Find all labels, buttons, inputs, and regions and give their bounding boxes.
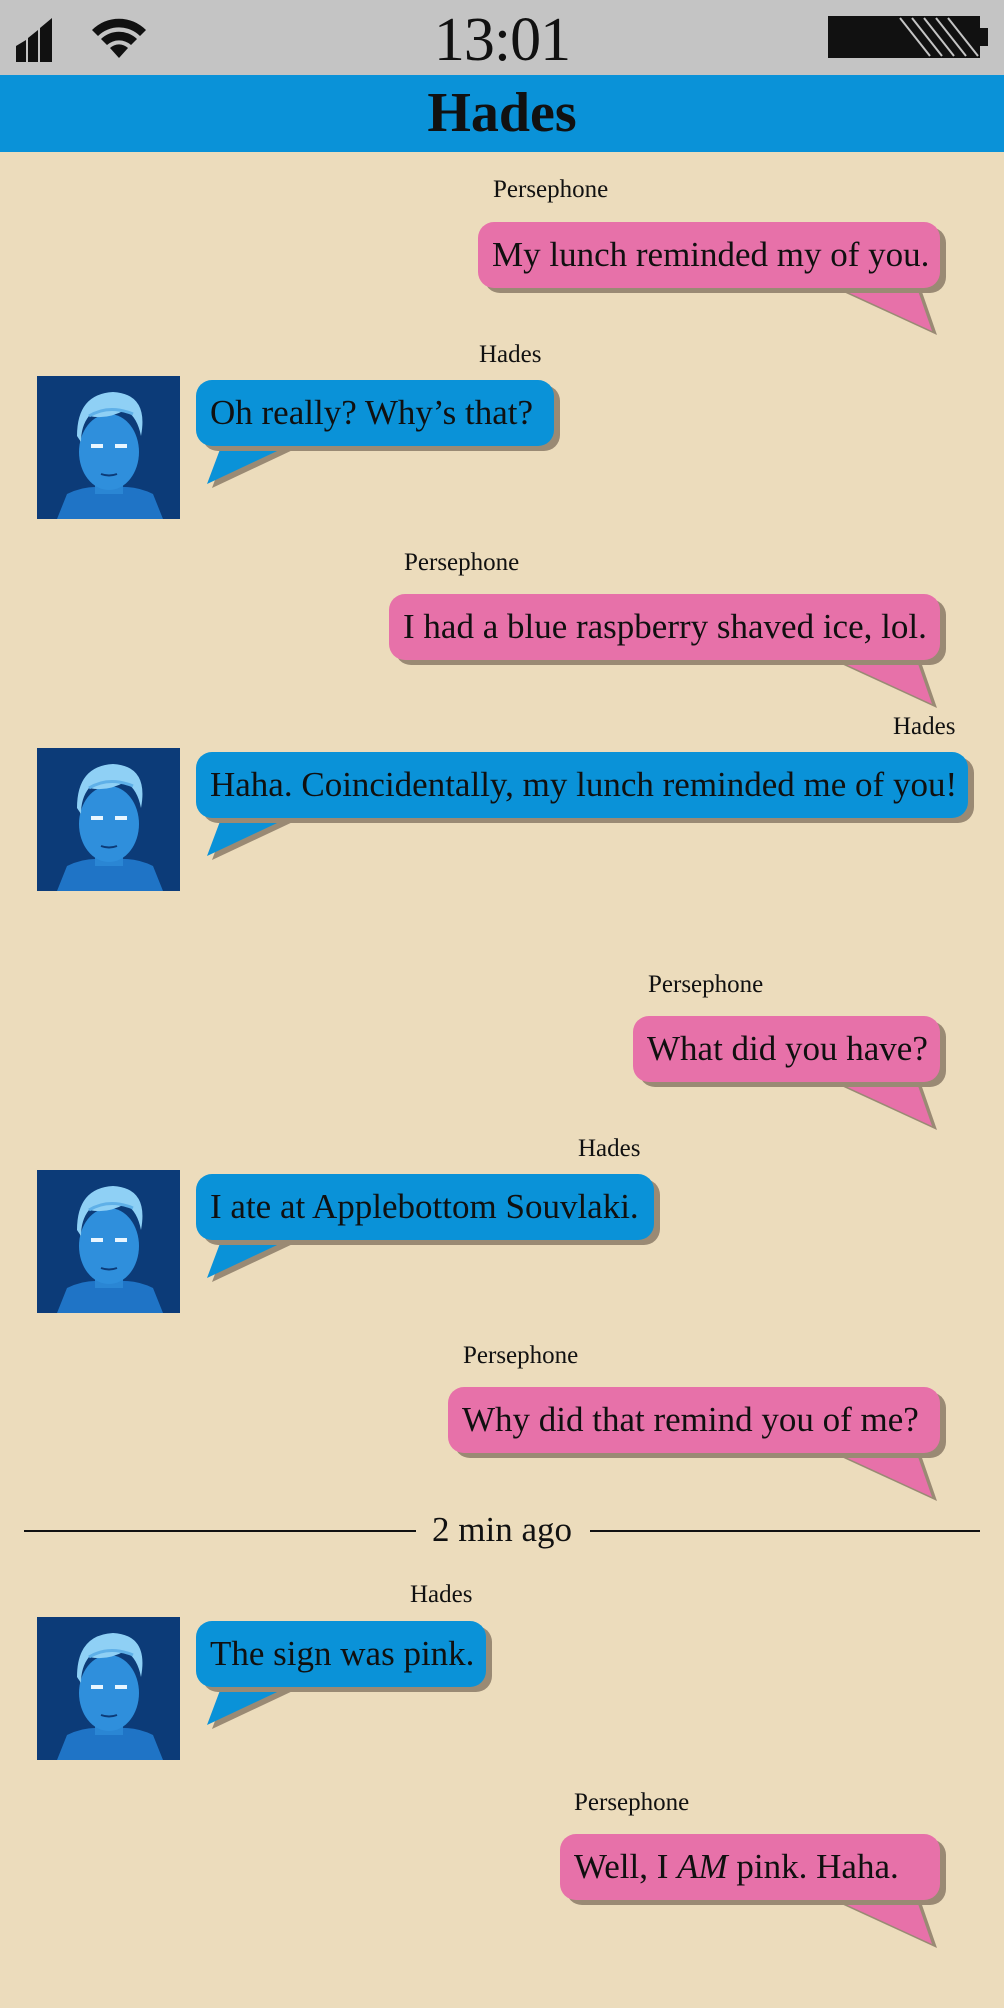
divider-line-right [590,1530,980,1532]
hades-portrait-icon [37,1170,180,1313]
hades-avatar[interactable] [37,376,180,519]
message-text-part: Well, I [574,1847,669,1886]
message-sender: Hades [479,341,542,368]
message-bubble-incoming[interactable]: Haha. Coincidentally, my lunch reminded … [196,752,968,818]
hades-avatar[interactable] [37,748,180,891]
time-divider: 2 min ago [24,1508,980,1552]
message-bubble-incoming[interactable]: The sign was pink. [196,1621,486,1687]
hades-portrait-icon [37,1617,180,1760]
bubble-tail [832,1898,937,1948]
message-bubble-outgoing[interactable]: Well, I AM pink. Haha. [560,1834,940,1900]
hades-avatar[interactable] [37,1617,180,1760]
message-sender: Persephone [404,549,520,576]
bubble-tail [832,658,937,708]
message-bubble-outgoing[interactable]: Why did that remind you of me? [448,1387,940,1453]
message-sender: Hades [410,1581,473,1608]
conversation-title: Hades [0,75,1004,152]
message-bubble-outgoing[interactable]: I had a blue raspberry shaved ice, lol. [389,594,940,660]
message-sender: Persephone [648,971,764,998]
hades-portrait-icon [37,748,180,891]
bubble-tail [832,1080,937,1130]
message-text-part: pink. Haha. [736,1847,899,1886]
message-sender: Persephone [493,176,609,203]
message-sender: Persephone [574,1789,690,1816]
message-sender: Hades [578,1135,641,1162]
hades-portrait-icon [37,376,180,519]
message-bubble-incoming[interactable]: I ate at Applebottom Souvlaki. [196,1174,654,1240]
bubble-tail [832,285,937,335]
message-text-emphasis: AM [677,1847,728,1886]
message-sender: Hades [893,713,956,740]
message-bubble-outgoing[interactable]: My lunch reminded my of you. [478,222,940,288]
status-bar: 13:01 [0,0,1004,75]
message-sender: Persephone [463,1342,579,1369]
battery-icon [828,16,988,58]
message-bubble-outgoing[interactable]: What did you have? [633,1016,940,1082]
message-bubble-incoming[interactable]: Oh really? Why’s that? [196,380,554,446]
hades-avatar[interactable] [37,1170,180,1313]
bubble-tail [832,1451,937,1501]
